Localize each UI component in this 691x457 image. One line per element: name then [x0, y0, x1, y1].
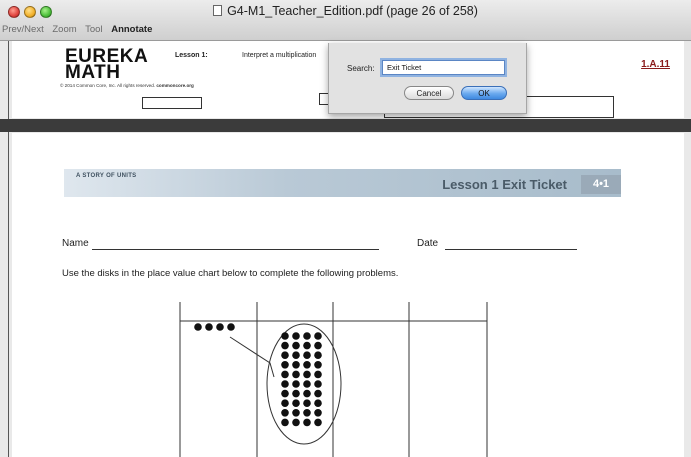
copyright-site: commoncore.org	[156, 83, 194, 88]
place-value-disk	[292, 399, 300, 408]
toolbar: Prev/Next Zoom Tool Annotate	[2, 24, 158, 35]
footer-box	[142, 97, 202, 109]
zoom-button[interactable]: Zoom	[52, 24, 76, 35]
place-value-disk	[194, 323, 202, 331]
place-value-disk	[292, 418, 300, 427]
title-bar: G4-M1_Teacher_Edition.pdf (page 26 of 25…	[0, 0, 691, 41]
place-value-disk	[292, 361, 300, 369]
place-value-disk	[314, 399, 322, 408]
place-value-disk	[292, 341, 300, 350]
search-input[interactable]	[382, 60, 505, 75]
place-value-disk	[314, 409, 322, 417]
place-value-disk	[303, 341, 311, 350]
place-value-disk	[314, 351, 322, 359]
place-value-disk	[314, 389, 322, 398]
place-value-disk	[281, 409, 289, 417]
place-value-disk	[303, 370, 311, 379]
place-value-disk	[281, 341, 289, 350]
place-value-disk	[292, 409, 300, 417]
place-value-disk	[216, 323, 224, 331]
place-value-disk	[281, 389, 289, 398]
page-separator	[0, 119, 691, 132]
place-value-disk	[205, 323, 213, 331]
place-value-disk	[303, 351, 311, 359]
logo-line-math: MATH	[65, 62, 121, 83]
standard-code-link[interactable]: 1.A.11	[641, 59, 670, 70]
window-title: G4-M1_Teacher_Edition.pdf (page 26 of 25…	[0, 4, 691, 18]
tool-button[interactable]: Tool	[85, 24, 102, 35]
place-value-disk	[303, 418, 311, 427]
ok-button[interactable]: OK	[461, 86, 507, 100]
place-value-disk	[281, 332, 289, 340]
place-value-disk	[227, 323, 235, 331]
place-value-disk	[281, 418, 289, 427]
copyright-text: © 2014 Common Core, Inc. All rights rese…	[60, 83, 157, 88]
place-value-disk	[292, 380, 300, 388]
place-value-disk	[292, 370, 300, 379]
place-value-disk	[314, 370, 322, 379]
window-title-text: G4-M1_Teacher_Edition.pdf (page 26 of 25…	[227, 4, 478, 18]
place-value-disk	[281, 361, 289, 369]
place-value-disk	[303, 361, 311, 369]
page-gutter-line	[8, 41, 9, 457]
place-value-disk	[292, 389, 300, 398]
cancel-button[interactable]: Cancel	[404, 86, 454, 100]
search-dialog: Search: Cancel OK	[328, 43, 527, 114]
place-value-disk	[303, 332, 311, 340]
place-value-disk	[314, 332, 322, 340]
lesson-description: Interpret a multiplication	[242, 52, 317, 59]
place-value-disk	[281, 399, 289, 408]
place-value-disk	[292, 332, 300, 340]
place-value-disk	[303, 399, 311, 408]
place-value-disk	[292, 351, 300, 359]
place-value-disk	[303, 380, 311, 388]
pdf-document-icon	[213, 5, 223, 16]
pdf-viewer-window: G4-M1_Teacher_Edition.pdf (page 26 of 25…	[0, 0, 691, 457]
place-value-disk	[281, 370, 289, 379]
place-value-disk	[303, 409, 311, 417]
annotate-button[interactable]: Annotate	[111, 24, 152, 35]
search-label: Search:	[347, 64, 375, 73]
place-value-disk	[314, 341, 322, 350]
place-value-disk	[314, 361, 322, 369]
place-value-disk	[281, 351, 289, 359]
place-value-disk	[281, 380, 289, 388]
place-value-chart	[179, 302, 488, 457]
lesson-label: Lesson 1:	[175, 52, 208, 59]
eureka-math-logo: EUREKA MATH	[65, 47, 148, 83]
place-value-disk	[314, 418, 322, 427]
document-page: A STORY OF UNITS Lesson 1 Exit Ticket 4•…	[12, 133, 684, 457]
prev-next-button[interactable]: Prev/Next	[2, 24, 44, 35]
copyright-notice: © 2014 Common Core, Inc. All rights rese…	[60, 83, 194, 88]
place-value-disk	[303, 389, 311, 398]
place-value-disk	[314, 380, 322, 388]
